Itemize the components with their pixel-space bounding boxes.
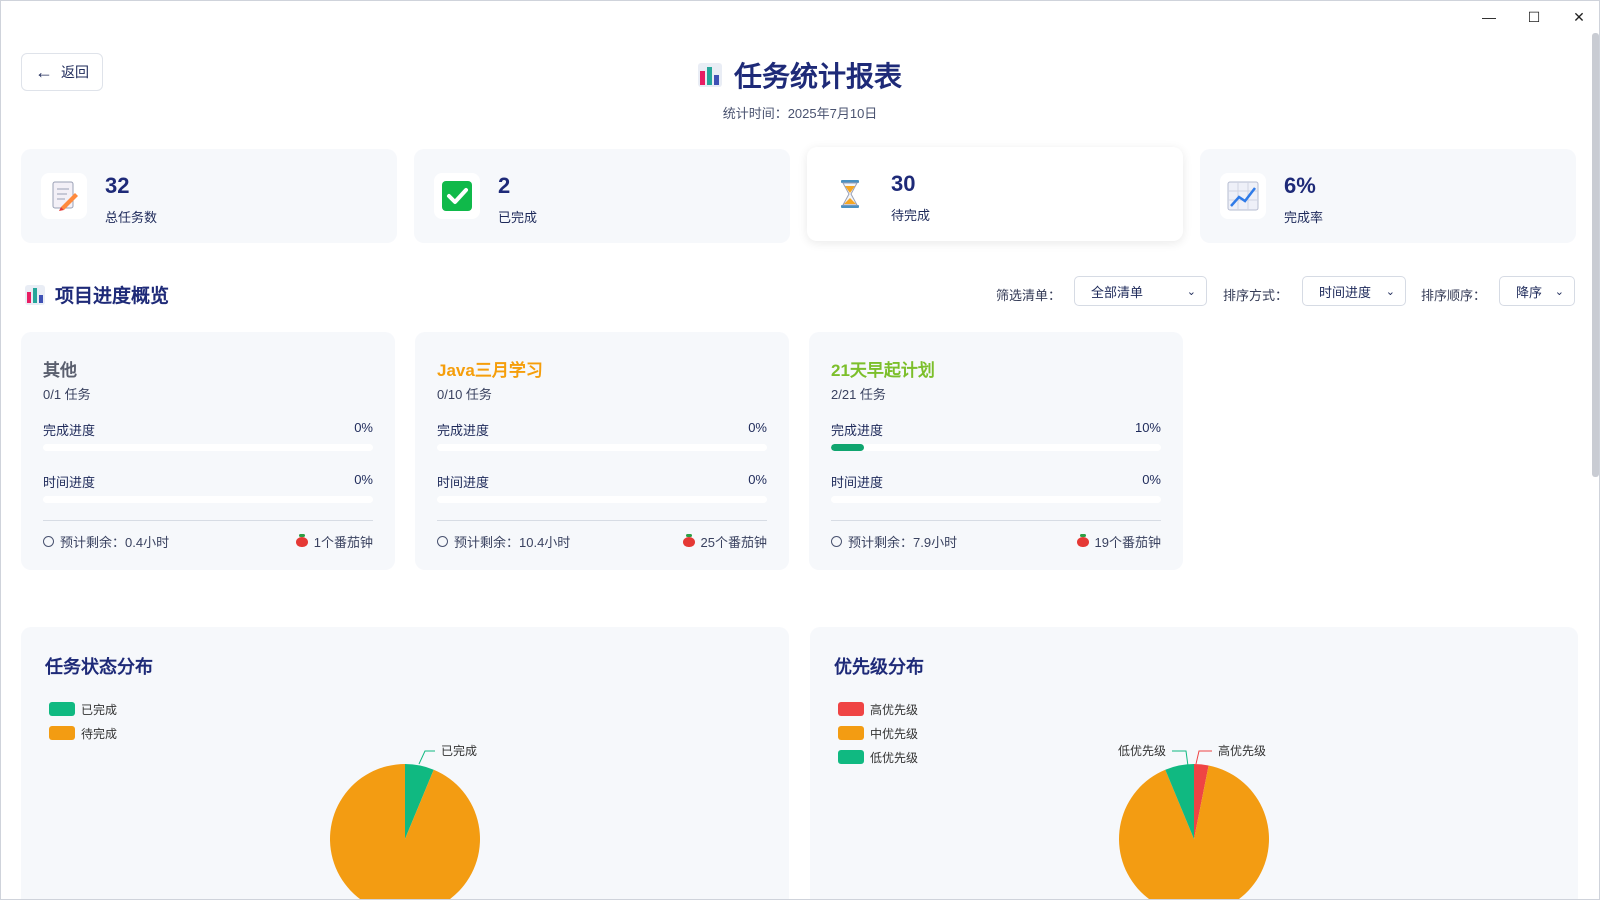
priority-pie-chart: 低优先级 高优先级 (1118, 743, 1269, 899)
minimize-icon: — (1482, 9, 1496, 25)
bar-chart-icon (25, 284, 45, 305)
filter-label: 筛选清单： (996, 288, 1062, 303)
project-task-count: 2/21 任务 (831, 387, 886, 402)
time-progress-percent: 0% (1142, 472, 1161, 487)
project-card[interactable]: 21天早起计划 2/21 任务 完成进度 10% 时间进度 0% 预计剩余：7.9小时 19个… (809, 332, 1183, 570)
stopwatch-icon (831, 536, 842, 547)
time-progress-label: 时间进度 (43, 475, 96, 490)
label-leader-line (418, 750, 435, 765)
completion-label: 完成进度 (831, 423, 884, 438)
chevron-down-icon: ⌄ (1385, 285, 1395, 298)
completion-percent: 0% (354, 420, 373, 435)
pomodoro-count: 25个番茄钟 (700, 535, 767, 550)
status-pie-chart: 已完成 (330, 743, 480, 899)
page-header: 任务统计报表 统计时间：2025年7月10日 (1, 55, 1599, 122)
minimize-button[interactable]: — (1469, 5, 1509, 29)
stat-label: 待完成 (891, 208, 931, 223)
time-progress-bar (831, 496, 1161, 503)
completion-label: 完成进度 (43, 423, 96, 438)
stat-value: 6% (1284, 173, 1316, 198)
time-progress-percent: 0% (748, 472, 767, 487)
pie-slice-label: 高优先级 (1218, 743, 1266, 758)
maximize-button[interactable]: ☐ (1514, 5, 1554, 29)
tomato-icon (682, 533, 695, 547)
stat-label: 完成率 (1284, 210, 1324, 225)
project-footer: 预计剩余：10.4小时 25个番茄钟 (437, 532, 767, 551)
chevron-down-icon: ⌄ (1554, 285, 1564, 298)
project-task-count: 0/1 任务 (43, 387, 91, 402)
divider (43, 520, 373, 521)
status-chart-card: 任务状态分布 已完成 待完成 已完成 (21, 627, 789, 899)
section-title-text: 项目进度概览 (55, 286, 170, 307)
project-card[interactable]: 其他 0/1 任务 完成进度 0% 时间进度 0% 预计剩余：0.4小时 1个番茄钟 (21, 332, 395, 570)
chevron-down-icon: ⌄ (1186, 285, 1196, 298)
label-leader-line (1172, 750, 1189, 767)
project-name: 其他 (43, 361, 77, 380)
completion-progress-bar (831, 444, 1161, 451)
stat-card-completed: 2 已完成 (414, 149, 790, 243)
order-label: 排序顺序： (1421, 288, 1487, 303)
order-value: 降序 (1516, 284, 1543, 300)
divider (831, 520, 1161, 521)
progress-fill (831, 444, 864, 451)
project-footer: 预计剩余：7.9小时 19个番茄钟 (831, 532, 1161, 551)
project-task-count: 0/10 任务 (437, 387, 492, 402)
pie-slice-label: 低优先级 (1118, 744, 1166, 758)
pomodoro-count: 19个番茄钟 (1094, 535, 1161, 550)
pomodoro-count: 1个番茄钟 (313, 535, 373, 550)
stat-value: 30 (891, 171, 916, 196)
completion-percent: 10% (1134, 420, 1161, 435)
priority-chart-card: 优先级分布 高优先级 中优先级 低优先级 低优先级 高优先级 (810, 627, 1578, 899)
title-bar: — ☐ ✕ (1, 1, 1599, 33)
divider (437, 520, 767, 521)
close-icon: ✕ (1573, 8, 1585, 25)
stat-card-total: 32 总任务数 (21, 149, 397, 243)
completion-progress-bar (43, 444, 373, 451)
check-icon (434, 173, 480, 219)
sort-label: 排序方式： (1223, 288, 1289, 303)
trend-chart-icon (1220, 173, 1266, 219)
completion-progress-bar (437, 444, 767, 451)
stat-label: 已完成 (498, 210, 538, 225)
time-progress-label: 时间进度 (831, 475, 884, 490)
stopwatch-icon (437, 536, 448, 547)
pie-slice-label: 已完成 (441, 743, 477, 758)
hourglass-icon (827, 171, 873, 217)
order-select[interactable]: 降序 ⌄ (1499, 276, 1575, 306)
statistics-time: 统计时间：2025年7月10日 (722, 106, 878, 121)
stat-value: 2 (498, 173, 511, 198)
stat-card-rate: 6% 完成率 (1200, 149, 1576, 243)
filter-value: 全部清单 (1091, 284, 1144, 300)
page-title: 任务统计报表 (733, 61, 902, 92)
time-progress-bar (43, 496, 373, 503)
stopwatch-icon (43, 536, 54, 547)
estimated-remaining: 预计剩余：7.9小时 (848, 535, 958, 550)
estimated-remaining: 预计剩余：10.4小时 (454, 535, 571, 550)
estimated-remaining: 预计剩余：0.4小时 (60, 535, 170, 550)
project-footer: 预计剩余：0.4小时 1个番茄钟 (43, 532, 373, 551)
time-progress-bar (437, 496, 767, 503)
stat-card-pending: 30 待完成 (807, 147, 1183, 241)
time-progress-percent: 0% (354, 472, 373, 487)
filter-select[interactable]: 全部清单 ⌄ (1074, 276, 1207, 306)
project-name: 21天早起计划 (831, 361, 935, 380)
app-window: — ☐ ✕ ← 返回 任务统计报表 统计时间：2025年7月10日 32 总任务… (0, 0, 1600, 900)
maximize-icon: ☐ (1527, 8, 1541, 25)
project-card[interactable]: Java三月学习 0/10 任务 完成进度 0% 时间进度 0% 预计剩余：10.4小时 25… (415, 332, 789, 570)
time-progress-label: 时间进度 (437, 475, 490, 490)
tomato-icon (1076, 533, 1089, 547)
label-leader-line (1195, 750, 1212, 765)
sort-select[interactable]: 时间进度 ⌄ (1302, 276, 1406, 306)
completion-label: 完成进度 (437, 423, 490, 438)
project-name: Java三月学习 (437, 361, 543, 380)
tomato-icon (295, 533, 308, 547)
memo-icon (41, 173, 87, 219)
stat-value: 32 (105, 173, 130, 198)
stat-label: 总任务数 (105, 210, 158, 225)
bar-chart-icon (697, 63, 722, 87)
completion-percent: 0% (748, 420, 767, 435)
close-button[interactable]: ✕ (1559, 5, 1599, 29)
section-title: 项目进度概览 (25, 281, 169, 308)
sort-value: 时间进度 (1319, 284, 1372, 300)
